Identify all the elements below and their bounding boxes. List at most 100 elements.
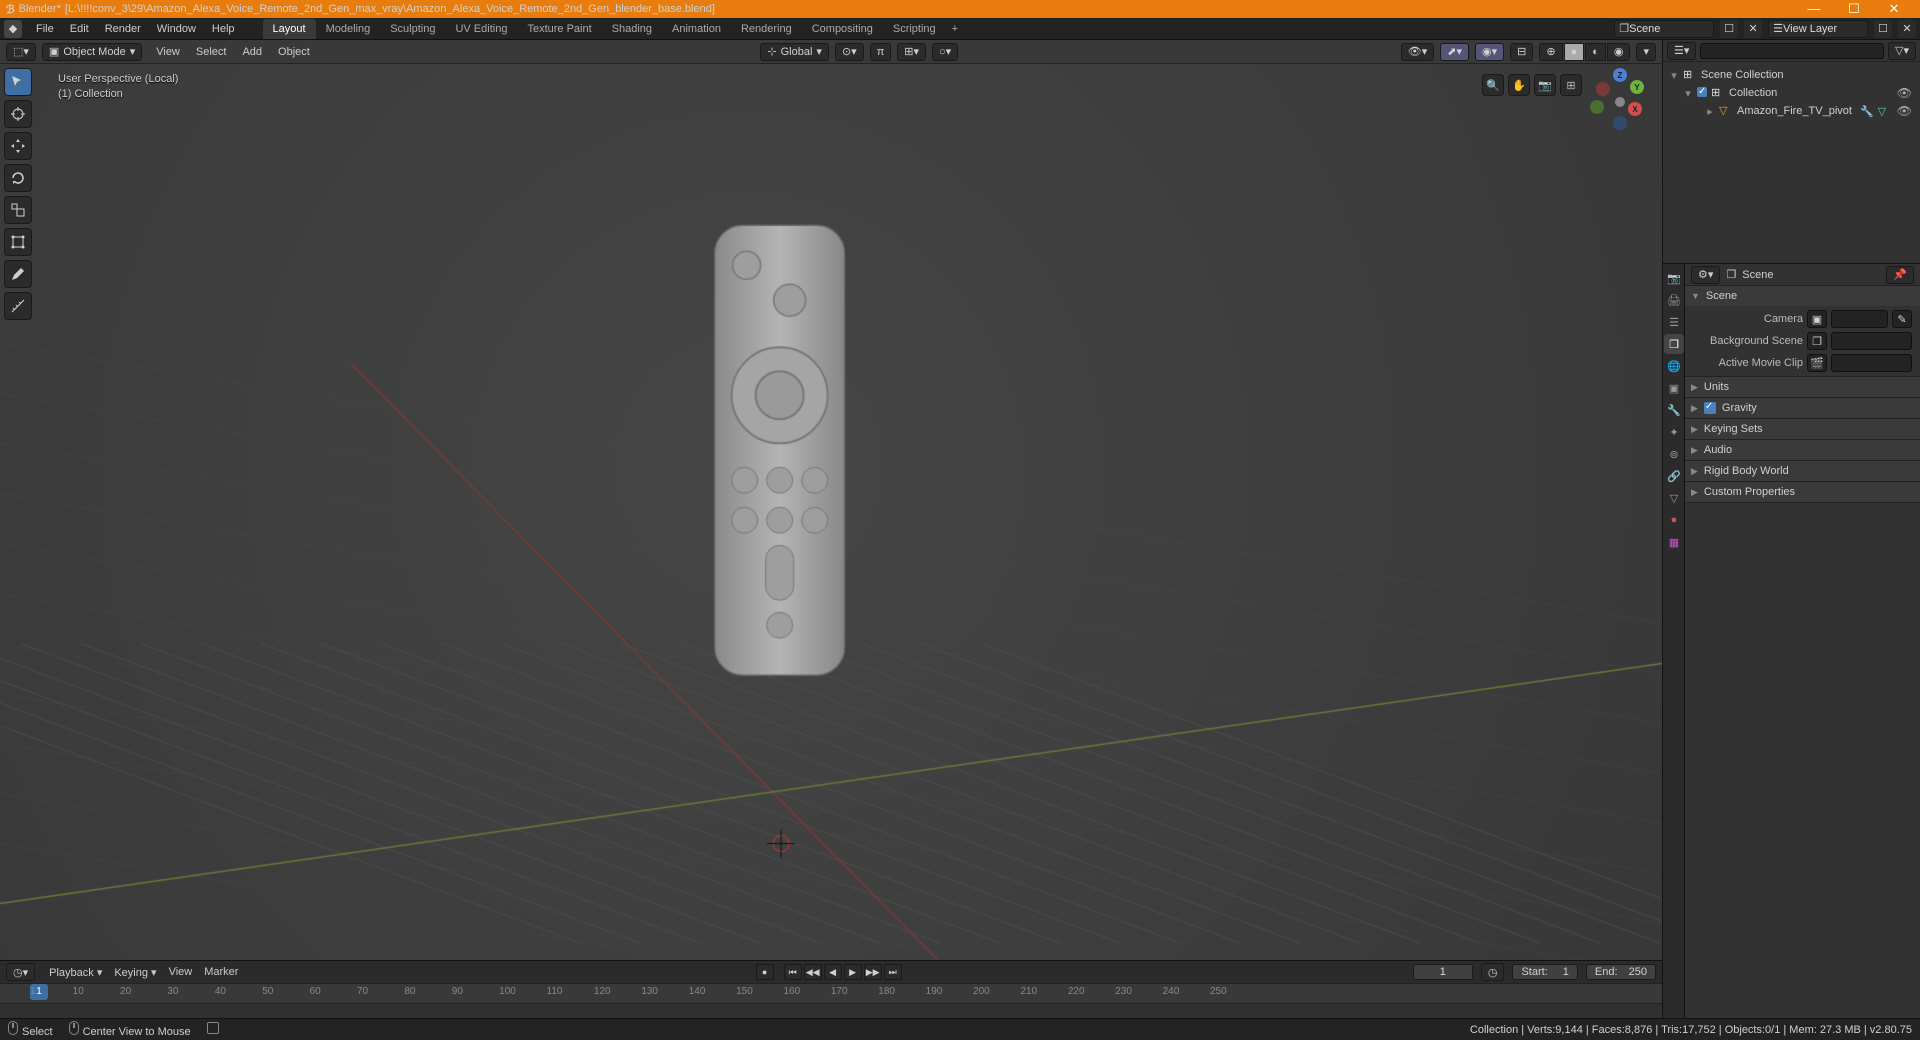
play[interactable]: ▶ bbox=[844, 964, 862, 980]
workspace-tab-compositing[interactable]: Compositing bbox=[802, 19, 883, 39]
pan-button[interactable]: ✋ bbox=[1508, 74, 1530, 96]
ptab-world[interactable]: 🌐 bbox=[1664, 356, 1684, 376]
axis-neg-y[interactable] bbox=[1590, 100, 1604, 114]
proportional-edit[interactable]: ○▾ bbox=[932, 43, 958, 61]
jump-end[interactable]: ⏭ bbox=[884, 964, 902, 980]
shading-lookdev[interactable]: ◐ bbox=[1585, 43, 1606, 61]
workspace-tab-texture-paint[interactable]: Texture Paint bbox=[517, 19, 601, 39]
outliner-tree[interactable]: ▾ ⊞ Scene Collection ▾ ⊞ Collection 👁 ▸ … bbox=[1663, 62, 1920, 263]
vp-menu-select[interactable]: Select bbox=[188, 42, 235, 62]
gravity-checkbox[interactable] bbox=[1704, 402, 1716, 414]
disclosure-icon[interactable]: ▶ bbox=[1691, 487, 1698, 498]
jump-start[interactable]: ⏮ bbox=[784, 964, 802, 980]
shading-wireframe[interactable]: ⊕ bbox=[1539, 43, 1562, 61]
disclosure-icon[interactable]: ▾ bbox=[1683, 87, 1693, 100]
ptab-output[interactable]: 🖨 bbox=[1664, 290, 1684, 310]
workspace-tab-rendering[interactable]: Rendering bbox=[731, 19, 802, 39]
visibility-toggle[interactable]: 👁 bbox=[1897, 104, 1918, 118]
disclosure-icon[interactable]: ▶ bbox=[1691, 382, 1698, 393]
axis-z[interactable]: Z bbox=[1613, 68, 1627, 82]
menu-render[interactable]: Render bbox=[97, 19, 149, 39]
add-workspace-button[interactable]: + bbox=[946, 19, 964, 39]
overlays-toggle[interactable]: ◉▾ bbox=[1475, 43, 1504, 61]
frame-sync-icon[interactable]: ◷ bbox=[1481, 963, 1505, 981]
start-frame[interactable]: Start: 1 bbox=[1512, 964, 1577, 980]
orientation-selector[interactable]: ⊹ Global ▾ bbox=[760, 43, 829, 61]
vp-menu-object[interactable]: Object bbox=[270, 42, 318, 62]
ptab-material[interactable]: ● bbox=[1664, 510, 1684, 530]
disclosure-icon[interactable]: ▾ bbox=[1669, 69, 1679, 82]
window-minimize[interactable]: — bbox=[1794, 1, 1834, 17]
tl-menu-keying[interactable]: Keying ▾ bbox=[108, 966, 162, 979]
ptab-render[interactable]: 📷 bbox=[1664, 268, 1684, 288]
ptab-texture[interactable]: ▦ bbox=[1664, 532, 1684, 552]
workspace-tab-layout[interactable]: Layout bbox=[263, 19, 316, 39]
shading-solid[interactable]: ● bbox=[1564, 43, 1585, 61]
outliner-filter[interactable]: ▽▾ bbox=[1888, 42, 1916, 60]
vp-menu-view[interactable]: View bbox=[148, 42, 188, 62]
gizmo-toggle[interactable]: ⬈▾ bbox=[1440, 43, 1469, 61]
annotate-tool[interactable] bbox=[4, 260, 32, 288]
scene-selector[interactable]: ❐ bbox=[1614, 20, 1714, 38]
workspace-tab-sculpting[interactable]: Sculpting bbox=[380, 19, 445, 39]
visibility-toggle[interactable]: 👁 bbox=[1897, 86, 1918, 100]
shading-rendered[interactable]: ◉ bbox=[1607, 43, 1631, 61]
timeline-editor-type[interactable]: ◷▾ bbox=[6, 963, 35, 981]
current-frame[interactable]: 1 bbox=[1413, 964, 1473, 980]
bgscene-browse-icon[interactable]: ❐ bbox=[1807, 332, 1827, 350]
viewlayer-name-input[interactable] bbox=[1783, 23, 1863, 35]
axis-x[interactable]: X bbox=[1628, 102, 1642, 116]
measure-tool[interactable] bbox=[4, 292, 32, 320]
scale-tool[interactable] bbox=[4, 196, 32, 224]
ptab-physics[interactable]: ⊚ bbox=[1664, 444, 1684, 464]
auto-key-toggle[interactable]: ● bbox=[756, 964, 774, 980]
ptab-mesh[interactable]: ▽ bbox=[1664, 488, 1684, 508]
window-maximize[interactable]: ☐ bbox=[1834, 1, 1874, 17]
ptab-viewlayer[interactable]: ☰ bbox=[1664, 312, 1684, 332]
outliner-collection[interactable]: ▾ ⊞ Collection 👁 bbox=[1665, 84, 1918, 102]
outliner-search[interactable] bbox=[1700, 43, 1884, 59]
workspace-tab-uv-editing[interactable]: UV Editing bbox=[445, 19, 517, 39]
editor-type-button[interactable]: ⬚▾ bbox=[6, 43, 36, 61]
tl-menu-view[interactable]: View bbox=[163, 966, 199, 979]
workspace-tab-modeling[interactable]: Modeling bbox=[316, 19, 381, 39]
disclosure-icon[interactable]: ▼ bbox=[1691, 291, 1700, 301]
scene-new-button[interactable]: ☐ bbox=[1720, 20, 1738, 38]
viewlayer-delete-button[interactable]: ✕ bbox=[1898, 20, 1916, 38]
viewport-canvas[interactable] bbox=[0, 64, 1662, 960]
timeline-track[interactable] bbox=[0, 1003, 1662, 1018]
properties-pin[interactable]: 📌 bbox=[1886, 266, 1914, 284]
axis-neg-z[interactable] bbox=[1613, 116, 1627, 130]
object-visibility[interactable]: 👁▾ bbox=[1401, 43, 1435, 61]
tl-menu-playback[interactable]: Playback ▾ bbox=[43, 966, 108, 979]
scene-name-input[interactable] bbox=[1629, 23, 1709, 35]
panel-header[interactable]: ▶Custom Properties bbox=[1685, 482, 1920, 502]
properties-editor-type[interactable]: ⚙▾ bbox=[1691, 266, 1720, 284]
panel-header[interactable]: ▶Rigid Body World bbox=[1685, 461, 1920, 481]
panel-header[interactable]: ▶Keying Sets bbox=[1685, 419, 1920, 439]
disclosure-icon[interactable]: ▶ bbox=[1691, 466, 1698, 477]
workspace-tab-shading[interactable]: Shading bbox=[602, 19, 662, 39]
outliner-object[interactable]: ▸ ▽ Amazon_Fire_TV_pivot 🔧 ▽ 👁 bbox=[1665, 102, 1918, 120]
workspace-tab-animation[interactable]: Animation bbox=[662, 19, 731, 39]
play-reverse[interactable]: ◀ bbox=[824, 964, 842, 980]
ptab-constraints[interactable]: 🔗 bbox=[1664, 466, 1684, 486]
xray-toggle[interactable]: ⊟ bbox=[1510, 43, 1533, 61]
rotate-tool[interactable] bbox=[4, 164, 32, 192]
scene-delete-button[interactable]: ✕ bbox=[1744, 20, 1762, 38]
panel-header[interactable]: ▶Audio bbox=[1685, 440, 1920, 460]
blender-icon[interactable]: ◆ bbox=[4, 20, 22, 38]
menu-edit[interactable]: Edit bbox=[62, 19, 97, 39]
camera-field[interactable] bbox=[1831, 310, 1888, 328]
axis-neg-x[interactable] bbox=[1596, 82, 1610, 96]
menu-help[interactable]: Help bbox=[204, 19, 243, 39]
clip-browse-icon[interactable]: 🎬 bbox=[1807, 354, 1827, 372]
outliner-scene-collection[interactable]: ▾ ⊞ Scene Collection bbox=[1665, 66, 1918, 84]
zoom-button[interactable]: 🔍 bbox=[1482, 74, 1504, 96]
disclosure-icon[interactable]: ▸ bbox=[1705, 105, 1715, 118]
camera-view-button[interactable]: 📷 bbox=[1534, 74, 1556, 96]
viewport-3d[interactable]: User Perspective (Local) (1) Collection … bbox=[0, 64, 1662, 960]
panel-header-scene[interactable]: ▼ Scene bbox=[1685, 286, 1920, 306]
jump-prev-key[interactable]: ◀◀ bbox=[804, 964, 822, 980]
disclosure-icon[interactable]: ▶ bbox=[1691, 424, 1698, 435]
